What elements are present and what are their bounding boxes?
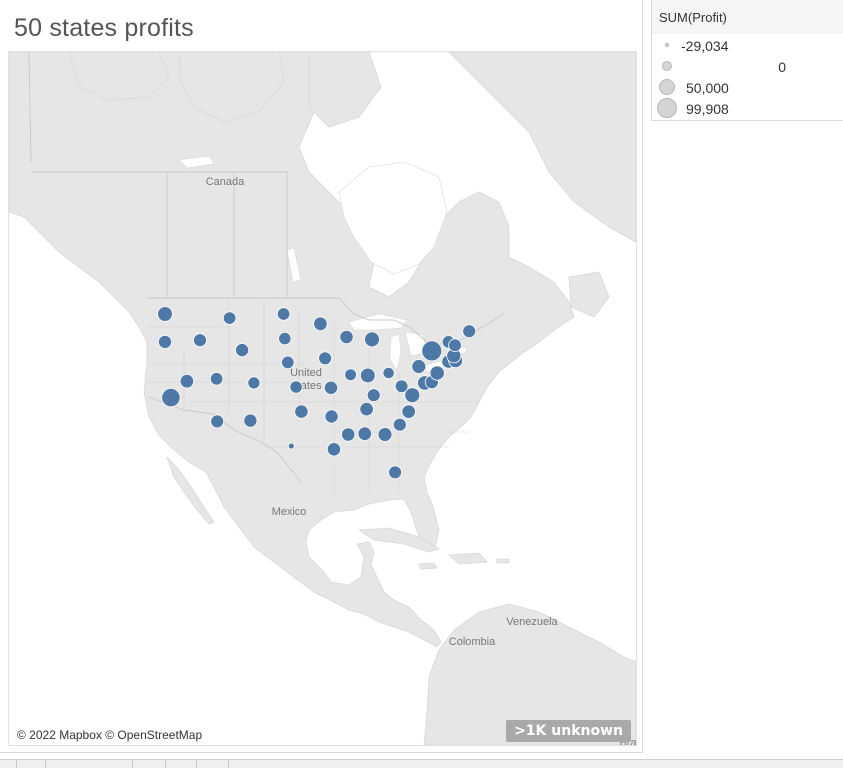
state-profit-mark[interactable] [210, 414, 225, 429]
puerto-rico [496, 558, 510, 564]
label-canada: Canada [206, 176, 245, 188]
state-profit-mark[interactable] [157, 306, 173, 322]
sheet-title: 50 states profits [14, 14, 194, 42]
state-profit-mark[interactable] [429, 365, 445, 381]
state-profit-mark[interactable] [289, 380, 303, 394]
state-profit-mark[interactable] [318, 351, 333, 366]
legend-item[interactable]: -29,034 [652, 36, 842, 56]
map-canvas[interactable]: Canada United States Mexico Venezuela Co… [9, 52, 636, 745]
state-profit-mark[interactable] [411, 359, 427, 374]
state-profit-mark[interactable] [179, 374, 195, 389]
state-profit-mark[interactable] [222, 311, 237, 325]
state-profit-mark[interactable] [382, 366, 395, 380]
label-united: United [290, 367, 322, 379]
state-profit-mark[interactable] [324, 409, 339, 424]
state-profit-mark[interactable] [366, 388, 381, 403]
state-profit-mark[interactable] [359, 367, 376, 384]
map-view[interactable]: Canada United States Mexico Venezuela Co… [8, 51, 637, 746]
legend-circle-symbol [659, 79, 675, 95]
label-colombia: Colombia [449, 636, 496, 648]
state-profit-mark[interactable] [344, 368, 357, 382]
state-profit-mark[interactable] [247, 376, 261, 390]
legend-item[interactable]: 50,000 [652, 78, 842, 98]
state-profit-mark[interactable] [281, 355, 295, 370]
state-profit-mark[interactable] [243, 413, 258, 428]
legend-item[interactable]: 99,908 [652, 98, 842, 119]
unknown-values-indicator[interactable]: >1K unknown [506, 720, 631, 742]
state-profit-mark[interactable] [294, 404, 309, 419]
worksheet: 50 states profits Canada United States M… [0, 0, 643, 753]
state-profit-mark[interactable] [364, 331, 380, 348]
legend-circle-symbol [665, 43, 669, 47]
state-profit-mark[interactable] [421, 340, 443, 362]
state-profit-mark[interactable] [341, 427, 356, 442]
state-profit-mark[interactable] [392, 417, 407, 432]
legend-item-label: -29,034 [681, 38, 729, 54]
state-profit-mark[interactable] [448, 338, 462, 353]
label-mexico: Mexico [272, 506, 307, 518]
state-profit-mark[interactable] [359, 401, 374, 417]
state-profit-mark[interactable] [339, 329, 354, 345]
state-profit-mark[interactable] [357, 426, 373, 441]
legend-title: SUM(Profit) [659, 10, 727, 25]
state-profit-mark[interactable] [323, 380, 339, 395]
state-profit-mark[interactable] [377, 427, 393, 442]
state-profit-mark[interactable] [235, 343, 250, 358]
legend-circle-symbol [657, 98, 677, 118]
label-venezuela: Venezuela [506, 616, 558, 628]
state-profit-mark[interactable] [287, 442, 295, 450]
state-profit-mark[interactable] [462, 324, 477, 339]
state-profit-mark[interactable] [313, 316, 328, 332]
jamaica [418, 562, 438, 570]
state-profit-mark[interactable] [388, 465, 403, 480]
state-profit-mark[interactable] [404, 387, 421, 404]
map-attribution[interactable]: © 2022 Mapbox © OpenStreetMap [14, 727, 206, 743]
legend-item-label: 50,000 [686, 80, 729, 96]
state-profit-mark[interactable] [193, 333, 207, 348]
state-profit-mark[interactable] [401, 404, 416, 419]
legend-circle-symbol [662, 61, 672, 71]
state-profit-mark[interactable] [161, 387, 181, 408]
legend-item-label: 0 [778, 59, 786, 75]
state-profit-mark[interactable] [157, 334, 172, 349]
state-profit-mark[interactable] [276, 307, 291, 321]
state-profit-mark[interactable] [326, 442, 342, 457]
state-profit-mark[interactable] [209, 372, 224, 386]
legend-item[interactable]: 0 [652, 57, 842, 77]
size-legend: SUM(Profit) -29,034 0 50,000 99,908 [651, 0, 843, 121]
state-profit-mark[interactable] [278, 331, 292, 346]
legend-item-label: 99,908 [686, 101, 729, 117]
